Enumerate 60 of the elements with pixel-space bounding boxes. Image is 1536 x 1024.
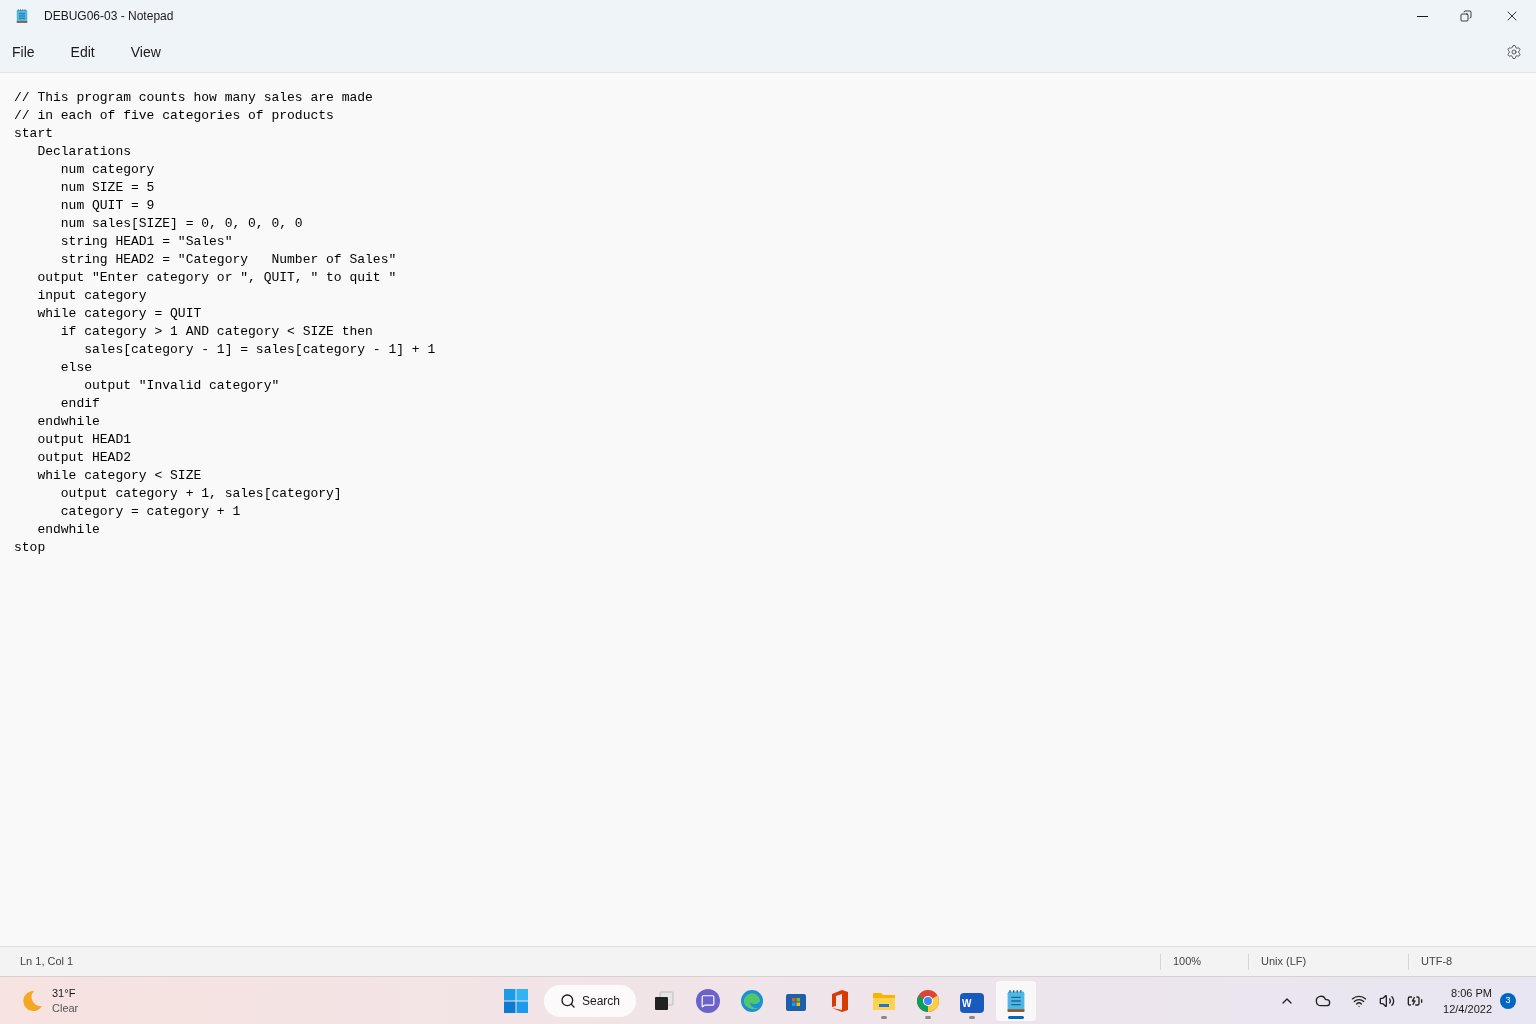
code-line: sales[category - 1] = sales[category - 1] + 1 — [83, 341, 436, 359]
code-line: output category + 1, sales[category] — [59, 485, 342, 503]
running-indicator — [1008, 1016, 1025, 1019]
notepad-icon — [16, 8, 28, 24]
code-line: output HEAD2 — [36, 449, 132, 467]
line-ending: Unix (LF) — [1261, 954, 1307, 970]
code-line: num sales[SIZE] = 0, 0, 0, 0, 0 — [59, 215, 303, 233]
code-line: endif — [59, 395, 100, 413]
cursor-position: Ln 1, Col 1 — [20, 954, 74, 970]
code-line: // in each of five categories of products — [14, 107, 334, 125]
clock-date[interactable]: 12/4/2022 — [1443, 1000, 1492, 1017]
settings-button[interactable] — [1504, 42, 1524, 62]
code-line: start — [14, 125, 53, 143]
moon-icon — [20, 988, 44, 1013]
code-line: num category — [59, 161, 155, 179]
code-line: num QUIT = 9 — [59, 197, 155, 215]
code-line: string HEAD2 = "Category Number of Sales" — [59, 251, 397, 269]
code-line: Declarations — [36, 143, 132, 161]
settings-icon — [1506, 44, 1522, 60]
code-line: if category > 1 AND category < SIZE then — [59, 323, 373, 341]
zoom-level: 100% — [1173, 954, 1202, 970]
code-line: stop — [14, 539, 46, 557]
clock-time[interactable]: 8:06 PM — [1451, 984, 1492, 1001]
weather-temperature[interactable]: 31°F — [52, 985, 79, 1001]
code-line: output HEAD1 — [36, 431, 132, 449]
code-line: while category < SIZE — [36, 467, 202, 485]
windows-logo-icon — [504, 989, 528, 1013]
task-view-icon — [652, 989, 677, 1013]
restore-icon — [1460, 10, 1472, 22]
code-line: category = category + 1 — [59, 503, 241, 521]
minimize-icon — [1416, 15, 1428, 17]
search-icon — [560, 993, 576, 1009]
edge-logo-icon — [740, 989, 765, 1013]
volume-icon[interactable] — [1379, 992, 1396, 1009]
taskbar-app-button[interactable] — [996, 981, 1037, 1021]
weather-condition[interactable]: Clear — [52, 1000, 79, 1016]
taskbar-app-button[interactable]: W — [952, 981, 993, 1021]
code-line: output "Invalid category" — [83, 377, 280, 395]
running-indicator — [881, 1016, 888, 1019]
search-button[interactable]: Search — [544, 985, 637, 1017]
code-line: input category — [36, 287, 147, 305]
code-line: num SIZE = 5 — [59, 179, 155, 197]
code-line: else — [59, 359, 92, 377]
code-line: endwhile — [36, 413, 100, 431]
notification-badge[interactable]: 3 — [1500, 992, 1516, 1009]
menu-item[interactable]: Edit — [64, 41, 101, 63]
code-line: string HEAD1 = "Sales" — [59, 233, 233, 251]
code-line: output "Enter category or ", QUIT, " to quit " — [36, 269, 397, 287]
code-line: // This program counts how many sales are made — [14, 89, 373, 107]
menu-item[interactable]: View — [124, 41, 167, 63]
notepad-icon — [1006, 989, 1027, 1013]
code-line: endwhile — [36, 521, 100, 539]
window-title: DEBUG06-03 - Notepad — [44, 8, 174, 25]
code-line: while category = QUIT — [36, 305, 202, 323]
chat-icon — [696, 989, 721, 1013]
chrome-logo-icon — [916, 989, 941, 1013]
running-indicator — [925, 1016, 932, 1019]
menu-item[interactable]: File — [6, 41, 41, 63]
encoding: UTF-8 — [1421, 954, 1453, 970]
running-indicator — [969, 1016, 976, 1019]
